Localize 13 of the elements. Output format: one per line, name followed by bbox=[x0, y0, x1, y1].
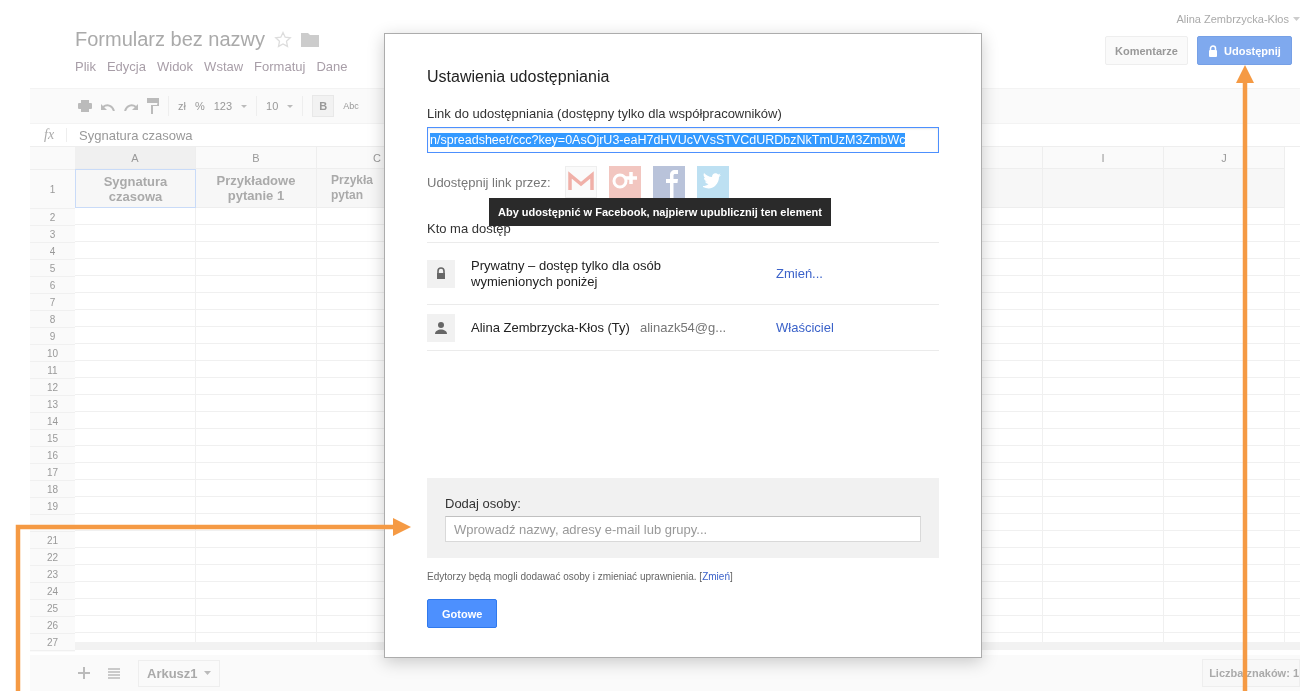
access-heading: Kto ma dostęp bbox=[427, 221, 939, 243]
tooltip: Aby udostępnić w Facebook, najpierw upublicznij ten element bbox=[489, 198, 831, 226]
character-count: Liczba znaków: 1 bbox=[1202, 659, 1300, 687]
access-name: Prywatny – dostęp tylko dla osób wymienionych poniżej bbox=[471, 257, 663, 290]
dialog-title: Ustawienia udostępniania bbox=[427, 68, 611, 86]
add-people-label: Dodaj osoby: bbox=[445, 496, 522, 511]
link-label: Link do udostępniania (dostępny tylko dla współpracowników) bbox=[427, 106, 783, 121]
permissions-note: Edytorzy będą mogli dodawać osoby i zmieniać uprawnienia. [Zmień] bbox=[427, 571, 734, 582]
table-cell: Sygnatura czasowa bbox=[75, 169, 196, 208]
access-email: alinazk54@g... bbox=[639, 320, 727, 335]
formula-icon: fx bbox=[44, 127, 55, 143]
access-name: Alina Zembrzycka-Kłos (Ty) bbox=[471, 319, 630, 336]
table-cell: Przykładowe pytanie 1 bbox=[196, 169, 317, 208]
